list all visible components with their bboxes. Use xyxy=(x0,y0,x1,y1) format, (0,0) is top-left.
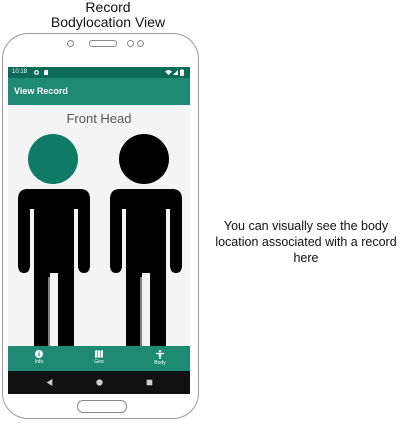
front-body-figure xyxy=(18,134,90,346)
back-head[interactable] xyxy=(119,134,169,184)
status-bar: 10:18 xyxy=(8,67,190,78)
side-note: You can visually see the body location a… xyxy=(215,219,397,265)
body-figures xyxy=(18,134,182,346)
nav-label-info: Info xyxy=(34,359,44,365)
nav-item-body[interactable]: Body xyxy=(138,346,182,371)
back-torso[interactable] xyxy=(110,189,182,346)
home-icon[interactable] xyxy=(96,379,103,386)
sim-icon xyxy=(44,70,48,75)
phone-speaker xyxy=(89,40,117,47)
body-location-view: Front Head xyxy=(8,105,190,346)
app-bar-title: View Record xyxy=(14,86,68,96)
battery-icon xyxy=(180,69,184,76)
caption-line-2: Bodylocation View xyxy=(50,14,166,30)
info-icon xyxy=(35,350,43,358)
head-highlight[interactable] xyxy=(28,134,78,184)
app-bar: View Record xyxy=(8,78,190,105)
phone-camera xyxy=(127,40,134,47)
nav-item-info[interactable]: Info xyxy=(17,346,61,371)
back-icon[interactable] xyxy=(46,379,53,386)
phone-sensor xyxy=(137,40,144,47)
bottom-navigation: Info Geo Body xyxy=(8,346,190,371)
caption-line-1: Record xyxy=(85,0,131,15)
nav-item-geo[interactable]: Geo xyxy=(77,346,121,371)
front-torso[interactable] xyxy=(18,189,90,346)
system-navigation-bar xyxy=(8,371,190,394)
body-icon xyxy=(156,350,164,359)
wifi-icon xyxy=(165,70,172,75)
settings-icon xyxy=(34,70,39,75)
status-time: 10:18 xyxy=(12,69,28,75)
map-icon xyxy=(95,350,103,358)
home-button[interactable] xyxy=(77,400,127,413)
recents-icon[interactable] xyxy=(146,379,153,386)
nav-label-body: Body xyxy=(154,360,166,366)
phone-screen: 10:18 View Record Front Head Info Geo Bo… xyxy=(8,67,190,394)
signal-icon xyxy=(173,70,178,75)
back-body-figure xyxy=(110,134,182,346)
screen-caption: Record Bodylocation View xyxy=(8,0,208,30)
nav-label-geo: Geo xyxy=(94,359,104,365)
phone-sensor xyxy=(67,40,74,47)
